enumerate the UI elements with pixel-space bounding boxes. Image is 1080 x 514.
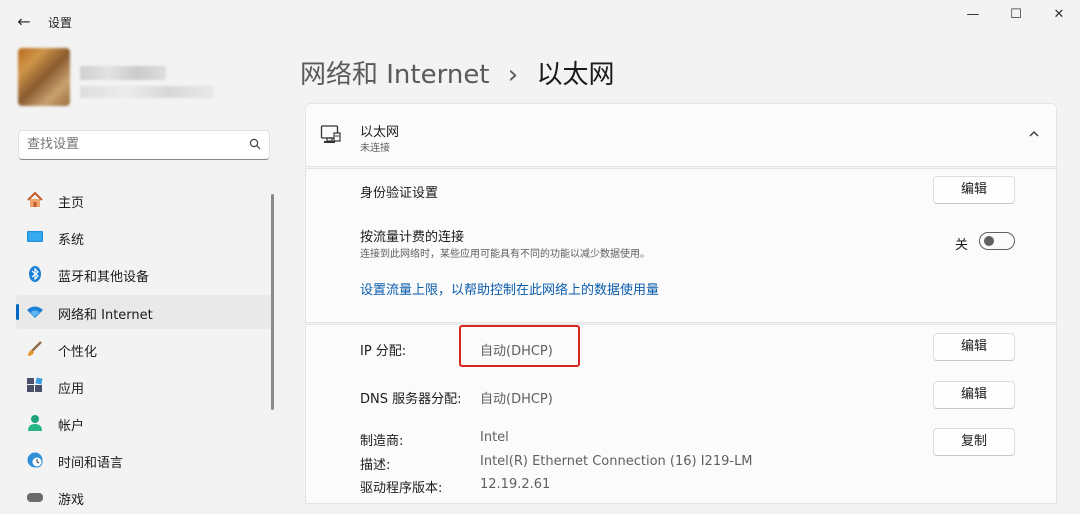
breadcrumb: 网络和 Internet › 以太网 — [300, 54, 614, 91]
auth-settings-label: 身份验证设置 — [360, 186, 439, 201]
search-icon[interactable] — [249, 138, 261, 150]
avatar[interactable] — [18, 48, 70, 106]
ethernet-icon — [320, 125, 341, 143]
app-title: 设置 — [48, 16, 73, 30]
adapter-name: 以太网 — [360, 125, 400, 140]
sidebar-item-label: 蓝牙和其他设备 — [58, 270, 150, 285]
sidebar-item-bluetooth[interactable]: 蓝牙和其他设备 — [16, 257, 272, 291]
bluetooth-icon — [29, 266, 41, 282]
adapter-status: 未连接 — [360, 143, 390, 154]
toggle-knob — [984, 236, 994, 246]
game-icon — [27, 493, 43, 502]
sidebar-item-label: 主页 — [58, 196, 85, 211]
sidebar-item-label: 帐户 — [58, 419, 85, 434]
copy-button[interactable]: 复制 — [933, 428, 1015, 456]
brush-icon — [28, 341, 42, 356]
driver-version-value: 12.19.2.61 — [480, 477, 551, 492]
ip-edit-button[interactable]: 编辑 — [933, 333, 1015, 361]
description-value: Intel(R) Ethernet Connection (16) I219-L… — [480, 454, 753, 469]
manufacturer-value: Intel — [480, 430, 509, 445]
sidebar-item-system[interactable]: 系统 — [16, 220, 272, 254]
sidebar-item-label: 应用 — [58, 382, 85, 397]
sidebar-item-apps[interactable]: 应用 — [16, 369, 272, 403]
sidebar-item-home[interactable]: 主页 — [16, 183, 272, 217]
metered-connection-label: 按流量计费的连接 — [360, 230, 465, 245]
profile-name-redacted — [80, 66, 166, 80]
back-button[interactable]: ← — [14, 12, 34, 32]
dns-edit-button[interactable]: 编辑 — [933, 381, 1015, 409]
sidebar-item-gaming[interactable]: 游戏 — [16, 480, 272, 514]
dns-assignment-value: 自动(DHCP) — [480, 392, 553, 407]
wifi-icon — [27, 306, 43, 318]
display-icon — [27, 231, 43, 242]
apps-icon — [27, 377, 43, 392]
highlight-box — [459, 325, 580, 367]
search-box[interactable] — [18, 130, 270, 160]
breadcrumb-parent[interactable]: 网络和 Internet — [300, 60, 490, 90]
page-title: 以太网 — [536, 60, 615, 90]
manufacturer-label: 制造商: — [360, 434, 404, 449]
sidebar-item-label: 网络和 Internet — [58, 308, 153, 323]
selection-indicator — [16, 304, 19, 320]
dns-assignment-label: DNS 服务器分配: — [360, 392, 462, 407]
chevron-up-icon[interactable] — [1026, 126, 1042, 142]
sidebar-item-label: 时间和语言 — [58, 456, 124, 471]
sidebar-item-network[interactable]: 网络和 Internet — [16, 295, 272, 329]
sidebar-item-time-language[interactable]: 时间和语言 — [16, 443, 272, 477]
sidebar-item-accounts[interactable]: 帐户 — [16, 406, 272, 440]
clock-globe-icon — [27, 452, 43, 468]
close-button[interactable]: ✕ — [1044, 6, 1074, 24]
search-input[interactable] — [27, 137, 227, 152]
maximize-button[interactable]: ☐ — [1001, 6, 1031, 24]
home-icon — [27, 191, 43, 207]
sidebar-item-personalization[interactable]: 个性化 — [16, 332, 272, 366]
metered-toggle-state: 关 — [955, 238, 969, 253]
ip-assignment-label: IP 分配: — [360, 344, 407, 359]
data-limit-link[interactable]: 设置流量上限，以帮助控制在此网络上的数据使用量 — [360, 279, 659, 298]
profile-email-redacted — [80, 86, 214, 98]
sidebar-scrollbar[interactable] — [271, 194, 274, 410]
driver-version-label: 驱动程序版本: — [360, 481, 443, 496]
metered-connection-description: 连接到此网络时，某些应用可能具有不同的功能以减少数据使用。 — [360, 249, 650, 260]
auth-edit-button[interactable]: 编辑 — [933, 176, 1015, 204]
minimize-button[interactable]: — — [958, 6, 988, 24]
breadcrumb-separator: › — [507, 60, 519, 90]
account-icon — [28, 415, 42, 431]
sidebar-item-label: 系统 — [58, 233, 85, 248]
adapter-card-header[interactable] — [305, 103, 1057, 167]
title-bar: ← 设置 — ☐ ✕ — [0, 0, 1080, 44]
sidebar-item-label: 个性化 — [58, 345, 98, 360]
sidebar-item-label: 游戏 — [58, 493, 85, 508]
metered-toggle[interactable] — [979, 232, 1015, 250]
description-label: 描述: — [360, 458, 391, 473]
